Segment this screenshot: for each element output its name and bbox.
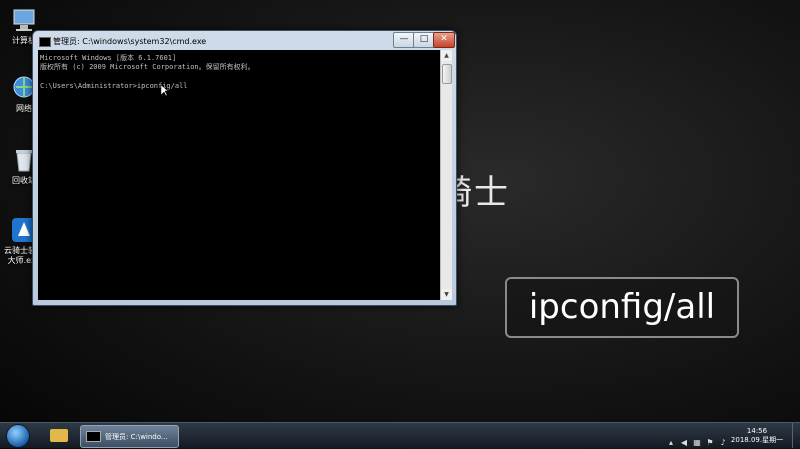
cmd-mini-icon xyxy=(86,431,101,442)
show-desktop-button[interactable] xyxy=(792,423,800,448)
computer-icon xyxy=(10,6,38,34)
folder-icon xyxy=(50,429,68,442)
console-line: 版权所有 (c) 2009 Microsoft Corporation。保留所有… xyxy=(40,63,255,71)
cmd-window-title: 管理员: C:\windows\system32\cmd.exe xyxy=(53,37,207,46)
maximize-button[interactable]: □ xyxy=(413,32,435,48)
start-button[interactable] xyxy=(6,424,30,448)
cmd-titlebar[interactable]: 管理员: C:\windows\system32\cmd.exe — □ ✕ xyxy=(33,31,456,51)
system-tray: ▴ ◀ ▦ ⚑ ♪ xyxy=(666,430,731,447)
desktop: 计算机 网络 回收站 云骑士装机大师.exe 骑士 ipconfig/all 管… xyxy=(0,0,800,422)
mouse-pointer-icon xyxy=(161,85,169,97)
taskbar: 管理员: C:\windo... ▴ ◀ ▦ ⚑ ♪ 14:56 2018.09.星期一 xyxy=(0,422,800,448)
taskbar-cmd-button[interactable]: 管理员: C:\windo... xyxy=(80,425,179,448)
clock[interactable]: 14:56 2018.09.星期一 xyxy=(728,427,786,445)
clock-time: 14:56 xyxy=(746,427,768,435)
minimize-button[interactable]: — xyxy=(393,32,415,48)
taskbar-explorer-button[interactable] xyxy=(44,425,74,446)
scroll-down-icon[interactable]: ▼ xyxy=(441,289,452,300)
cmd-window-icon xyxy=(39,37,51,47)
command-caption: ipconfig/all xyxy=(505,277,739,338)
taskbar-cmd-label: 管理员: C:\windo... xyxy=(105,433,168,441)
cmd-window[interactable]: 管理员: C:\windows\system32\cmd.exe — □ ✕ M… xyxy=(32,30,457,306)
console-line: Microsoft Windows [版本 6.1.7601] xyxy=(40,54,177,62)
scroll-thumb[interactable] xyxy=(442,64,452,84)
close-button[interactable]: ✕ xyxy=(433,32,455,48)
clock-date: 2018.09.星期一 xyxy=(730,436,784,444)
scroll-up-icon[interactable]: ▲ xyxy=(441,50,452,61)
console-scrollbar[interactable]: ▲ ▼ xyxy=(440,50,452,300)
console-output[interactable]: Microsoft Windows [版本 6.1.7601] 版权所有 (c)… xyxy=(38,50,440,300)
